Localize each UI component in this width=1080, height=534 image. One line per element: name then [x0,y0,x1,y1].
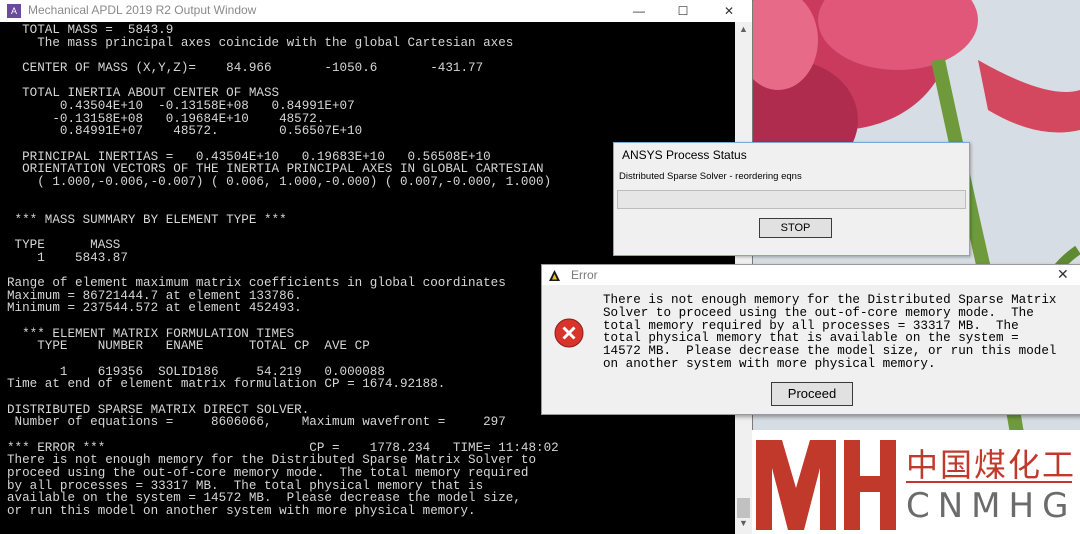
minimize-button[interactable]: — [616,0,662,22]
error-close-icon[interactable]: ✕ [1057,266,1069,283]
logo-divider [906,481,1072,483]
apdl-window-title: Mechanical APDL 2019 R2 Output Window [28,3,257,17]
ansys-app-icon: A [7,4,21,18]
error-icon [554,318,584,348]
maximize-button[interactable]: ☐ [660,0,706,22]
mh-logo-mark [752,434,900,532]
error-message: There is not enough memory for the Distr… [603,293,1057,371]
process-status-dialog: ANSYS Process Status Distributed Sparse … [613,142,970,256]
status-message: Distributed Sparse Solver - reordering e… [619,171,802,182]
scroll-up-arrow-icon[interactable]: ▲ [735,24,752,38]
logo-chinese-text: 中国煤化工 [906,446,1077,484]
error-dialog-title: Error [571,268,598,282]
status-dialog-title: ANSYS Process Status [622,148,747,162]
close-button[interactable]: ✕ [706,0,752,22]
proceed-button[interactable]: Proceed [771,382,853,406]
stop-button[interactable]: STOP [759,218,832,238]
cnmhg-watermark-logo: 中国煤化工 CNMHG [752,430,1080,534]
scroll-thumb[interactable] [737,498,750,518]
status-progress-bar [617,190,966,209]
logo-english-text: CNMHG [906,486,1077,526]
scroll-down-arrow-icon[interactable]: ▼ [735,518,752,532]
error-dialog: Error ✕ There is not enough memory for t… [541,264,1080,415]
error-titlebar[interactable]: Error ✕ [542,265,1080,285]
apdl-titlebar[interactable]: A Mechanical APDL 2019 R2 Output Window … [0,0,752,23]
ansys-triangle-icon [549,270,560,281]
